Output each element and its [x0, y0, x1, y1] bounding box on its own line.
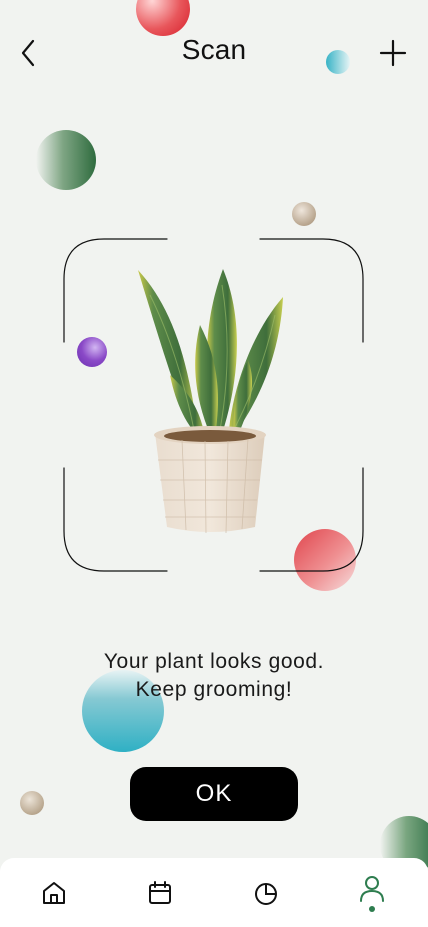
plus-icon [379, 39, 407, 67]
decor-beige-blob-small [20, 791, 44, 815]
result-message-line2: Keep grooming! [135, 678, 293, 701]
decor-beige-blob [292, 202, 316, 226]
active-indicator [369, 905, 375, 912]
calendar-icon [149, 880, 171, 904]
page-title: Scan [181, 34, 247, 65]
decor-red-blob-top [136, 0, 190, 36]
nav-stats[interactable] [236, 858, 296, 927]
plant-image [130, 265, 300, 540]
bottom-nav [0, 858, 428, 927]
nav-profile[interactable] [342, 858, 402, 927]
nav-calendar[interactable] [130, 858, 190, 927]
pie-chart-icon [255, 882, 277, 905]
home-icon [43, 881, 65, 904]
add-button[interactable] [376, 36, 410, 70]
result-message-line1: Your plant looks good. [103, 650, 325, 673]
user-icon [360, 875, 384, 912]
decor-green-blob [36, 130, 96, 190]
ok-button[interactable]: OK [130, 767, 298, 821]
nav-home[interactable] [24, 858, 84, 927]
